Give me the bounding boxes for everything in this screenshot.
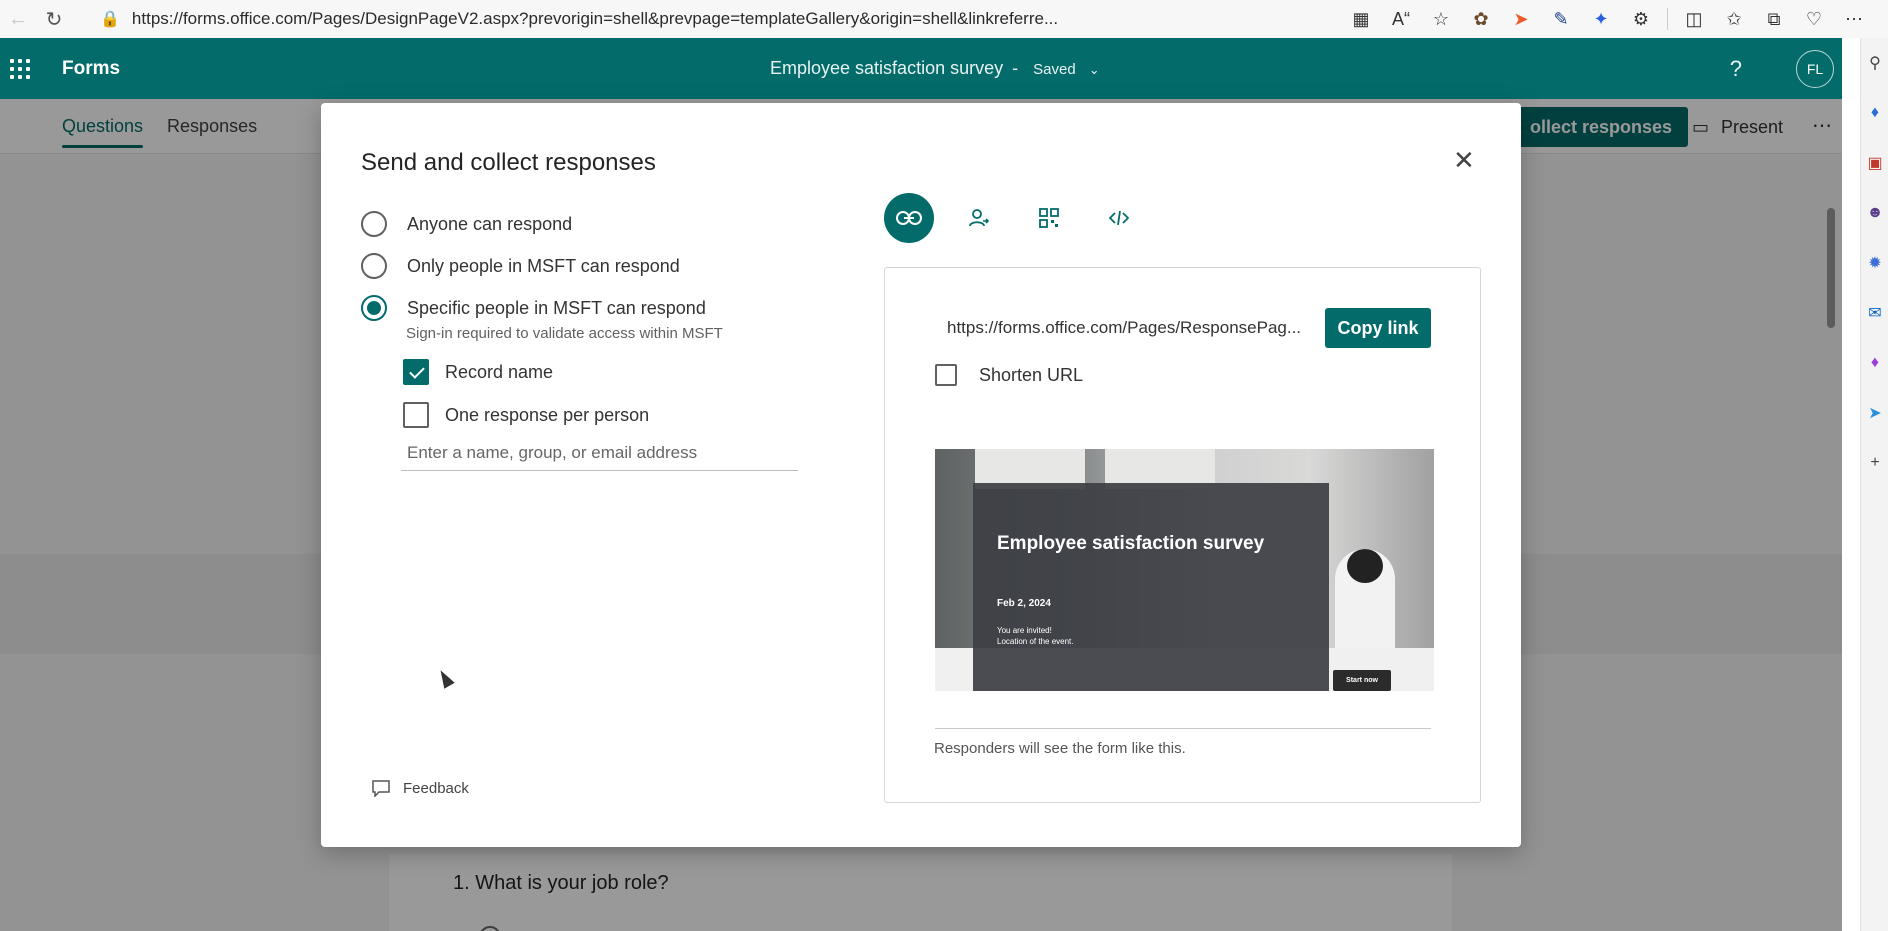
search-icon[interactable]: ⚲ — [1861, 38, 1888, 88]
outlook-icon[interactable]: ✉ — [1861, 288, 1888, 338]
person-hair — [1347, 549, 1383, 583]
address-bar[interactable]: https://forms.office.com/Pages/DesignPag… — [132, 9, 1092, 29]
people-picker-input[interactable] — [401, 435, 798, 471]
close-icon[interactable]: ✕ — [1453, 147, 1475, 173]
copilot-icon[interactable]: ✹ — [1861, 238, 1888, 288]
tools-briefcase-icon[interactable]: ▣ — [1861, 138, 1888, 188]
option-specific-people[interactable]: Specific people in MSFT can respond — [361, 295, 706, 321]
collections-icon[interactable]: ⧉ — [1754, 4, 1794, 34]
favorites-icon[interactable]: ✩ — [1714, 4, 1754, 34]
extensions-puzzle-icon[interactable]: ⚙ — [1621, 4, 1661, 34]
title-separator: - — [1012, 58, 1019, 78]
designer-icon[interactable]: ♦ — [1861, 338, 1888, 388]
swift-extension-icon[interactable]: ➤ — [1501, 4, 1541, 34]
avatar[interactable]: FL — [1796, 49, 1834, 88]
one-response-row[interactable]: One response per person — [403, 402, 649, 428]
chevron-down-icon: ⌄ — [1088, 62, 1100, 77]
preview-start-button: Start now — [1333, 670, 1391, 691]
flame-extension-icon[interactable]: ✦ — [1581, 4, 1621, 34]
record-name-row[interactable]: Record name — [403, 359, 553, 385]
add-icon[interactable]: + — [1861, 438, 1888, 488]
copy-link-button[interactable]: Copy link — [1325, 308, 1431, 348]
document-title-text: Employee satisfaction survey — [770, 58, 1004, 78]
preview-title: Employee satisfaction survey — [997, 533, 1265, 554]
feedback-button[interactable]: Feedback — [371, 779, 469, 797]
dialog-title: Send and collect responses — [361, 149, 656, 176]
checkbox-label: One response per person — [445, 404, 650, 425]
favorite-star-icon[interactable]: ☆ — [1421, 4, 1461, 34]
anyone-radio[interactable] — [361, 211, 387, 237]
option-org-only[interactable]: Only people in MSFT can respond — [361, 253, 680, 279]
lock-icon[interactable]: 🔒 — [100, 9, 120, 29]
option-anyone[interactable]: Anyone can respond — [361, 211, 572, 237]
mouse-cursor — [435, 667, 455, 689]
bug-extension-icon[interactable]: ✿ — [1461, 4, 1501, 34]
preview-card: Employee satisfaction survey Feb 2, 2024… — [973, 483, 1329, 691]
qr-code-icon[interactable] — [1024, 193, 1074, 243]
specific-people-radio[interactable] — [361, 295, 387, 321]
one-response-checkbox[interactable] — [403, 402, 429, 428]
app-header: Forms Employee satisfaction survey - Sav… — [0, 38, 1842, 99]
shorten-url-row[interactable]: Shorten URL — [935, 364, 1083, 386]
shorten-url-label: Shorten URL — [979, 364, 1084, 385]
feedback-label: Feedback — [403, 779, 469, 797]
send-collect-dialog: Send and collect responses ✕ Anyone can … — [321, 103, 1521, 847]
save-status: Saved — [1033, 61, 1076, 78]
preview-location-line: Location of the event. — [997, 637, 1074, 646]
app-available-icon[interactable]: ▦ — [1341, 4, 1381, 34]
app-launcher-icon[interactable] — [10, 58, 30, 79]
people-icon[interactable]: ☻ — [1861, 188, 1888, 238]
split-screen-icon[interactable]: ◫ — [1674, 4, 1714, 34]
option-label: Anyone can respond — [407, 213, 573, 234]
pen-extension-icon[interactable]: ✎ — [1541, 4, 1581, 34]
record-name-checkbox[interactable] — [403, 359, 429, 385]
send-icon[interactable]: ➤ — [1861, 388, 1888, 438]
preview-divider — [935, 728, 1431, 729]
preview-invite: You are invited! Location of the event. — [997, 625, 1074, 647]
browser-essentials-icon[interactable]: ♡ — [1794, 4, 1834, 34]
preview-date: Feb 2, 2024 — [997, 598, 1051, 609]
help-icon[interactable]: ? — [1730, 56, 1742, 82]
option-label: Only people in MSFT can respond — [407, 255, 680, 276]
edge-sidebar: ⚲ ♦ ▣ ☻ ✹ ✉ ♦ ➤ + — [1860, 38, 1888, 931]
shopping-tag-icon[interactable]: ♦ — [1861, 88, 1888, 138]
shorten-url-checkbox[interactable] — [935, 364, 957, 386]
checkbox-label: Record name — [445, 361, 554, 382]
sign-in-note: Sign-in required to validate access with… — [406, 325, 723, 342]
app-name[interactable]: Forms — [62, 58, 120, 80]
org-only-radio[interactable] — [361, 253, 387, 279]
toolbar-divider — [1667, 8, 1668, 30]
chat-bubble-icon — [372, 780, 390, 797]
settings-more-icon[interactable]: ⋯ — [1834, 4, 1874, 34]
response-link[interactable]: https://forms.office.com/Pages/ResponseP… — [947, 318, 1307, 338]
share-method-tabs — [884, 193, 1144, 243]
back-icon[interactable]: ← — [0, 4, 36, 34]
option-label: Specific people in MSFT can respond — [407, 297, 706, 318]
browser-extensions: ▦ A“ ☆ ✿ ➤ ✎ ✦ ⚙ ◫ ✩ ⧉ ♡ ⋯ — [1341, 0, 1874, 38]
share-link-panel: https://forms.office.com/Pages/ResponseP… — [884, 267, 1481, 803]
document-title[interactable]: Employee satisfaction survey - Saved ⌄ — [770, 58, 1100, 79]
link-icon[interactable] — [884, 193, 934, 243]
preview-note: Responders will see the form like this. — [934, 740, 1186, 757]
preview-invite-line: You are invited! — [997, 626, 1052, 635]
form-preview: Employee satisfaction survey Feb 2, 2024… — [935, 449, 1434, 691]
invite-people-icon[interactable] — [954, 193, 1004, 243]
browser-toolbar: ← ↻ 🔒 https://forms.office.com/Pages/Des… — [0, 0, 1888, 38]
refresh-icon[interactable]: ↻ — [36, 4, 72, 34]
read-aloud-icon[interactable]: A“ — [1381, 4, 1421, 34]
embed-code-icon[interactable] — [1094, 193, 1144, 243]
